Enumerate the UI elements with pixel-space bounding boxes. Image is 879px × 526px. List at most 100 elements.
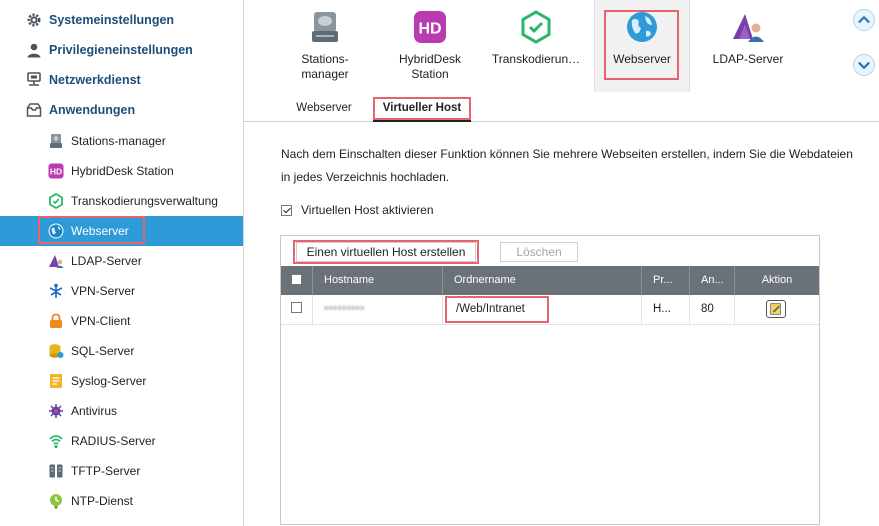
column-header-ordnername[interactable]: Ordnername bbox=[443, 266, 642, 295]
stations-manager-icon bbox=[50, 134, 62, 148]
highlight-box bbox=[373, 97, 471, 120]
sidebar-item-label: RADIUS-Server bbox=[71, 434, 156, 448]
sidebar-item-webserver[interactable]: Webserver bbox=[0, 216, 243, 246]
description-line: Nach dem Einschalten dieser Funktion kön… bbox=[281, 147, 853, 161]
sidebar-item-hybriddesk-station[interactable]: HD HybridDesk Station bbox=[0, 156, 243, 186]
sidebar-item-label: Transkodierungsverwaltung bbox=[71, 194, 218, 208]
user-icon bbox=[27, 43, 41, 58]
app-transkodierung[interactable]: Transkodierun… bbox=[488, 0, 584, 90]
sidebar-item-label: HybridDesk Station bbox=[71, 164, 174, 178]
table-header: Hostname Ordnername Pr... An... Aktion bbox=[281, 266, 819, 295]
folder-cell: /Web/Intranet bbox=[443, 295, 642, 324]
enable-virtual-host-checkbox[interactable] bbox=[281, 204, 292, 216]
svg-text:HD: HD bbox=[50, 167, 62, 177]
sidebar-item-systemeinstellungen[interactable]: Systemeinstellungen bbox=[0, 5, 243, 35]
sidebar-item-label: Privilegieneinstellungen bbox=[49, 43, 193, 57]
stations-manager-icon bbox=[312, 12, 338, 42]
highlight-box bbox=[445, 296, 549, 323]
sidebar-item-radius-server[interactable]: RADIUS-Server bbox=[0, 426, 243, 456]
hybriddesk-icon: HD bbox=[414, 11, 446, 43]
sidebar-item-label: LDAP-Server bbox=[71, 254, 142, 268]
create-virtual-host-button[interactable]: Einen virtuellen Host erstellen bbox=[293, 240, 479, 264]
app-label: Transkodierun… bbox=[491, 52, 581, 66]
app-label: HybridDesk Station bbox=[398, 52, 461, 81]
hostname-value: ••••••••• bbox=[324, 303, 365, 315]
sidebar-item-label: Systemeinstellungen bbox=[49, 13, 175, 27]
sidebar-item-privilegieneinstellungen[interactable]: Privilegieneinstellungen bbox=[0, 35, 243, 65]
sidebar-item-syslog-server[interactable]: Syslog-Server bbox=[0, 366, 243, 396]
transcode-icon bbox=[521, 10, 551, 44]
sidebar-item-label: TFTP-Server bbox=[71, 464, 141, 478]
vpn-server-icon bbox=[49, 283, 63, 298]
sidebar-item-anwendungen[interactable]: Anwendungen bbox=[0, 95, 243, 125]
enable-virtual-host-label: Virtuellen Host aktivieren bbox=[301, 203, 434, 217]
antivirus-icon bbox=[49, 404, 63, 418]
app-label: Stations- manager bbox=[301, 52, 349, 81]
sidebar-item-antivirus[interactable]: Antivirus bbox=[0, 396, 243, 426]
ldap-icon bbox=[49, 255, 64, 268]
ntp-icon bbox=[50, 494, 62, 509]
sidebar-item-label: VPN-Client bbox=[71, 314, 131, 328]
virtual-host-panel: Einen virtuellen Host erstellen Löschen … bbox=[280, 235, 820, 525]
syslog-icon bbox=[50, 374, 62, 388]
app-hybriddesk-station[interactable]: HD HybridDesk Station bbox=[392, 0, 468, 90]
sidebar: Systemeinstellungen Privilegieneinstellu… bbox=[0, 0, 244, 526]
hostname-cell: ••••••••• bbox=[313, 295, 443, 324]
delete-button[interactable]: Löschen bbox=[500, 242, 578, 262]
sidebar-item-vpn-server[interactable]: VPN-Server bbox=[0, 276, 243, 306]
column-header-aktion: Aktion bbox=[761, 274, 793, 286]
highlight-box bbox=[38, 216, 145, 244]
sidebar-item-stations-manager[interactable]: Stations-manager bbox=[0, 126, 243, 156]
sidebar-item-ntp-dienst[interactable]: NTP-Dienst bbox=[0, 486, 243, 516]
row-select-cell bbox=[281, 295, 313, 324]
table-row[interactable]: ••••••••• /Web/Intranet H... 80 bbox=[281, 295, 819, 325]
tab-webserver[interactable]: Webserver bbox=[290, 97, 358, 120]
hybriddesk-icon: HD bbox=[48, 163, 64, 179]
network-icon bbox=[27, 72, 41, 86]
sql-icon bbox=[49, 344, 64, 358]
tab-virtueller-host[interactable]: Virtueller Host bbox=[373, 97, 471, 122]
app-ldap-server[interactable]: LDAP-Server bbox=[704, 0, 792, 90]
highlight-box bbox=[604, 10, 679, 80]
folder-value-wrap: /Web/Intranet bbox=[445, 295, 549, 324]
chevron-down-icon[interactable] bbox=[853, 54, 875, 76]
gear-icon bbox=[27, 13, 41, 27]
sidebar-item-transkodierungsverwaltung[interactable]: Transkodierungsverwaltung bbox=[0, 186, 243, 216]
tftp-icon bbox=[49, 464, 63, 478]
description-line: in jedes Verzeichnis hochladen. bbox=[281, 170, 450, 184]
vpn-client-icon bbox=[50, 313, 62, 328]
action-cell bbox=[735, 295, 819, 324]
sidebar-item-label: VPN-Server bbox=[71, 284, 136, 298]
sidebar-item-ldap-server[interactable]: LDAP-Server bbox=[0, 246, 243, 276]
edit-icon[interactable] bbox=[766, 300, 786, 318]
app-webserver[interactable]: Webserver bbox=[594, 0, 690, 92]
ldap-icon bbox=[733, 14, 764, 42]
transcode-icon bbox=[49, 193, 63, 209]
sidebar-item-tftp-server[interactable]: TFTP-Server bbox=[0, 456, 243, 486]
app-stations-manager[interactable]: Stations- manager bbox=[290, 0, 360, 90]
highlight-box bbox=[293, 240, 479, 264]
radius-icon bbox=[49, 435, 63, 449]
sidebar-item-label: Syslog-Server bbox=[71, 374, 147, 388]
chevron-up-icon[interactable] bbox=[853, 9, 875, 31]
column-header-hostname[interactable]: Hostname bbox=[313, 266, 443, 295]
applications-icon bbox=[26, 103, 42, 117]
enable-virtual-host-row: Virtuellen Host aktivieren bbox=[281, 201, 434, 219]
row-checkbox[interactable] bbox=[291, 302, 302, 314]
sidebar-item-sql-server[interactable]: SQL-Server bbox=[0, 336, 243, 366]
protocol-cell: H... bbox=[642, 295, 690, 324]
column-header-protocol[interactable]: Pr... bbox=[642, 266, 690, 295]
sidebar-item-label: Antivirus bbox=[71, 404, 118, 418]
tab-bar: Webserver Virtueller Host bbox=[244, 97, 879, 122]
app-label: LDAP-Server bbox=[712, 52, 784, 66]
sidebar-item-label: Stations-manager bbox=[71, 134, 166, 148]
sidebar-item-label: SQL-Server bbox=[71, 344, 135, 358]
description-text: Nach dem Einschalten dieser Funktion kön… bbox=[281, 143, 861, 189]
port-cell: 80 bbox=[690, 295, 735, 324]
sidebar-item-vpn-client[interactable]: VPN-Client bbox=[0, 306, 243, 336]
select-all-checkbox[interactable] bbox=[291, 273, 302, 285]
sidebar-item-netzwerkdienst[interactable]: Netzwerkdienst bbox=[0, 65, 243, 95]
column-header-port[interactable]: An... bbox=[690, 266, 735, 295]
select-all-cell bbox=[281, 266, 313, 295]
sidebar-item-label: NTP-Dienst bbox=[71, 494, 134, 508]
